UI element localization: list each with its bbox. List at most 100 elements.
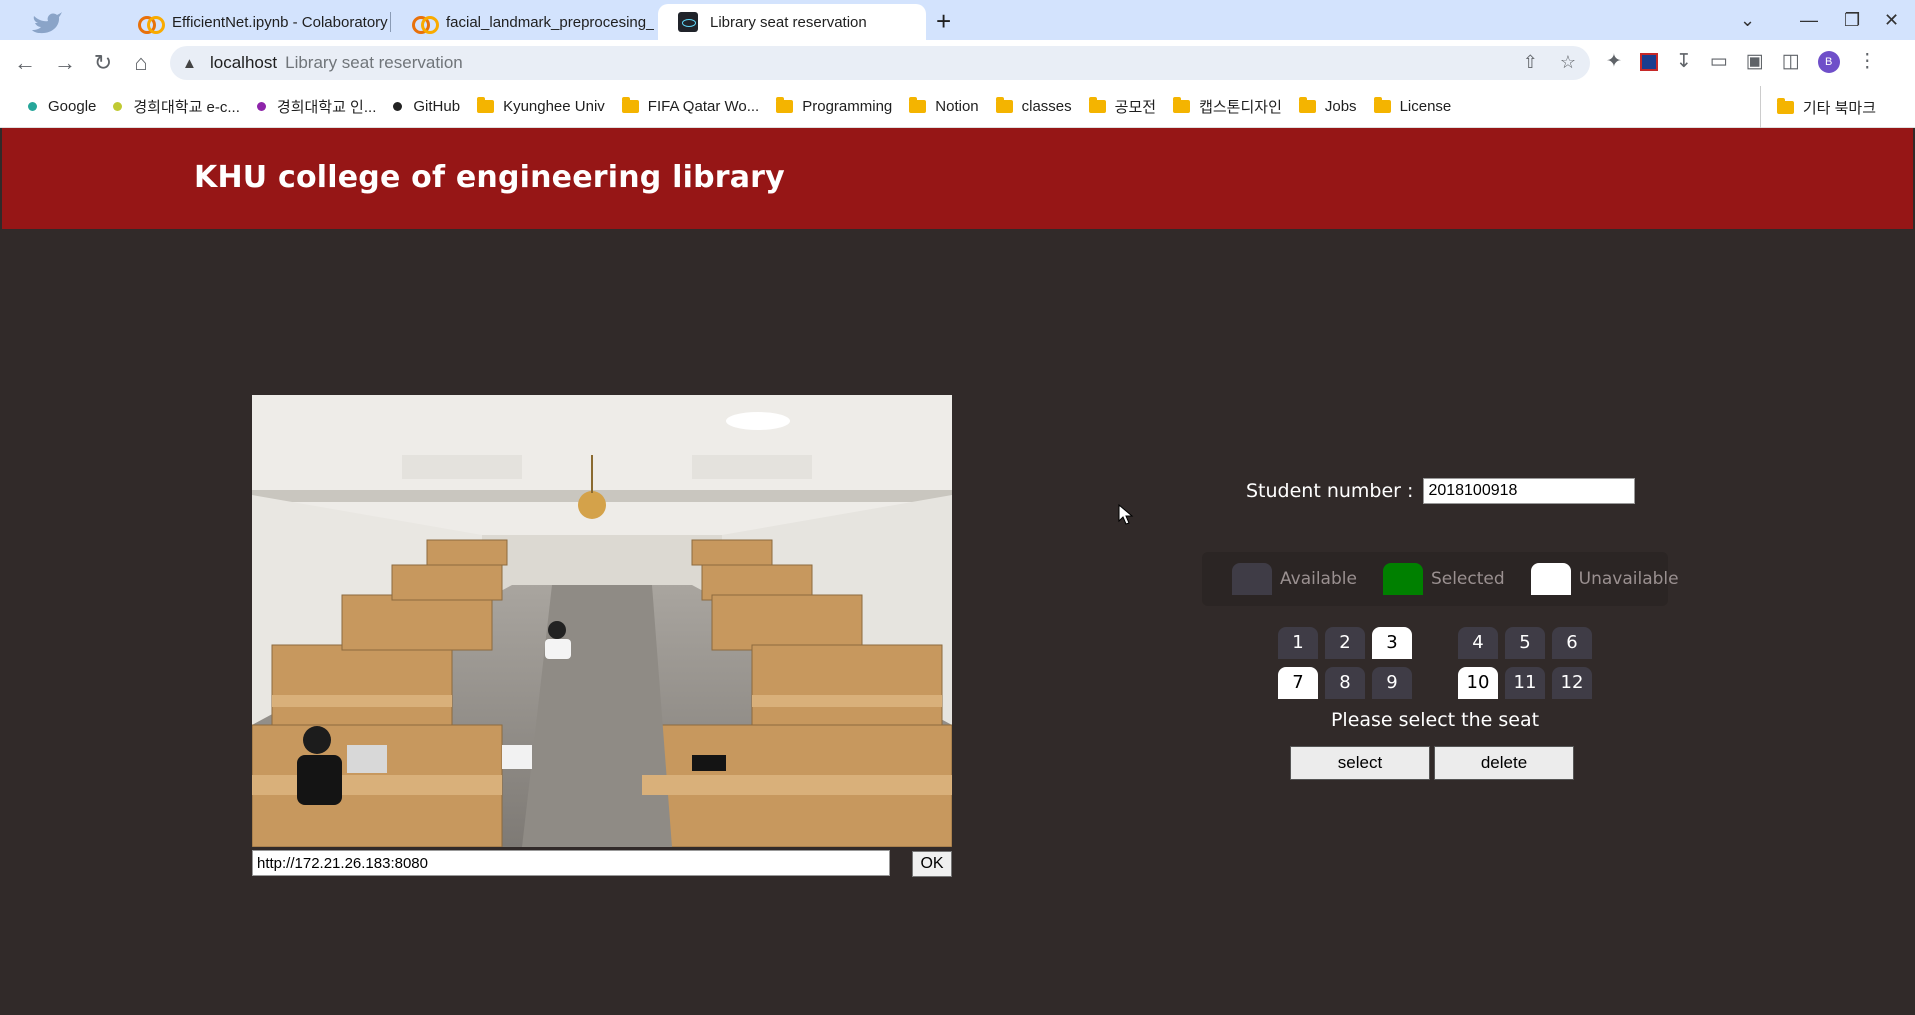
bookmarks-bar: Google 경희대학교 e-c... 경희대학교 인... GitHub Ky…: [0, 86, 1915, 128]
tab-title: EfficientNet.ipynb - Colaboratory: [172, 13, 388, 31]
camera-url-row: OK: [252, 850, 952, 878]
tab-separator: [390, 12, 391, 32]
seat-9[interactable]: 9: [1372, 667, 1412, 699]
not-secure-icon[interactable]: ▲: [182, 55, 206, 72]
bookmark-star-icon[interactable]: ☆: [1560, 52, 1576, 73]
legend-available: Available: [1232, 563, 1357, 595]
bookmark-khu-ecampus[interactable]: 경희대학교 e-c...: [113, 96, 240, 117]
profile-avatar[interactable]: B: [1817, 50, 1840, 73]
share-icon[interactable]: ⇧: [1523, 52, 1538, 73]
site-favicon-icon: [256, 102, 266, 111]
back-icon[interactable]: ←: [10, 48, 40, 78]
address-bar[interactable]: ▲ localhost Library seat reservation ⇧ ☆: [170, 46, 1590, 80]
restore-icon[interactable]: ❐: [1844, 6, 1860, 34]
folder-icon: [776, 97, 794, 113]
bookmark-folder-capstone[interactable]: 캡스톤디자인: [1173, 96, 1282, 117]
page-content: KHU college of engineering library http:…: [2, 128, 1913, 1015]
close-window-icon[interactable]: ✕: [1884, 6, 1899, 34]
legend-selected: Selected: [1382, 563, 1505, 595]
seat-10[interactable]: 10: [1458, 667, 1498, 699]
side-panel-icon[interactable]: ◫: [1782, 50, 1800, 73]
seat-5[interactable]: 5: [1505, 627, 1545, 659]
camera-url-input[interactable]: [252, 850, 890, 876]
available-swatch: [1232, 563, 1272, 595]
bookmark-folder-programming[interactable]: Programming: [776, 97, 892, 115]
seat-3[interactable]: 3: [1372, 627, 1412, 659]
browser-tab-strip: EfficientNet.ipynb - Colaboratory facial…: [0, 0, 1915, 40]
folder-icon: [1776, 97, 1794, 114]
bookmark-label: 공모전: [1114, 99, 1157, 116]
folder-icon: [1173, 97, 1191, 113]
bookmark-label: 캡스톤디자인: [1199, 99, 1282, 116]
tab-title: Library seat reservation: [710, 13, 867, 31]
flag-extension-icon[interactable]: [1639, 52, 1658, 71]
bookmark-label: License: [1399, 98, 1452, 115]
bookmark-label: classes: [1021, 98, 1072, 115]
tab-efficientnet[interactable]: EfficientNet.ipynb - Colaboratory: [118, 4, 388, 40]
bookmark-label: Jobs: [1324, 98, 1357, 115]
tab-facial-landmark[interactable]: facial_landmark_preprocesing_fi: [392, 4, 654, 40]
extensions-icon[interactable]: ✦: [1606, 50, 1622, 73]
bookmark-folder-jobs[interactable]: Jobs: [1298, 97, 1357, 115]
folder-icon: [1373, 97, 1391, 113]
bookmark-folder-notion[interactable]: Notion: [909, 97, 979, 115]
bookmark-label: Kyunghee Univ: [503, 98, 605, 115]
seat-4[interactable]: 4: [1458, 627, 1498, 659]
bookmark-label: FIFA Qatar Wo...: [647, 98, 760, 115]
mouse-cursor-icon: [1118, 504, 1134, 525]
unavailable-swatch: [1530, 563, 1571, 595]
reload-icon[interactable]: ↻: [88, 48, 118, 78]
selected-swatch: [1382, 563, 1423, 595]
download-icon[interactable]: ↧: [1676, 50, 1692, 73]
legend-label: Available: [1280, 569, 1357, 589]
minimize-icon[interactable]: —: [1800, 6, 1818, 34]
bookmark-label: 경희대학교 인...: [276, 99, 377, 116]
seat-1[interactable]: 1: [1278, 627, 1318, 659]
delete-button[interactable]: delete: [1434, 746, 1574, 780]
bookmark-folder-fifa[interactable]: FIFA Qatar Wo...: [621, 97, 760, 115]
new-tab-button[interactable]: +: [936, 6, 951, 36]
ok-button[interactable]: OK: [912, 851, 952, 877]
tab-library-seat-reservation[interactable]: Library seat reservation: [658, 4, 926, 40]
student-number-input[interactable]: [1423, 478, 1636, 504]
folder-icon: [1298, 97, 1316, 113]
seat-6[interactable]: 6: [1552, 627, 1592, 659]
page-title: KHU college of engineering library: [194, 160, 785, 195]
bookmark-folder-contest[interactable]: 공모전: [1088, 96, 1157, 117]
bookmark-khu-info[interactable]: 경희대학교 인...: [256, 96, 377, 117]
bookmark-folder-other[interactable]: 기타 북마크: [1759, 86, 1876, 128]
bookmark-label: 경희대학교 e-c...: [133, 99, 240, 116]
cast-icon[interactable]: ▭: [1710, 50, 1728, 73]
seat-grid: 1 2 3 4 5 6 7 8 9 10 11 12: [1278, 627, 1598, 707]
legend-label: Unavailable: [1578, 569, 1679, 589]
student-number-row: Student number :: [1246, 478, 1636, 504]
seat-11[interactable]: 11: [1505, 667, 1545, 699]
seat-12[interactable]: 12: [1552, 667, 1592, 699]
react-icon: [678, 12, 698, 32]
seat-legend: Available Selected Unavailable: [1202, 552, 1679, 606]
bookmark-label: Notion: [935, 98, 979, 115]
seat-7[interactable]: 7: [1278, 667, 1318, 699]
tab-search-icon[interactable]: ⌄: [1740, 6, 1755, 34]
screenshot-icon[interactable]: ▣: [1746, 50, 1764, 73]
bookmark-label: Google: [48, 98, 97, 115]
folder-icon: [477, 97, 495, 113]
select-button[interactable]: select: [1290, 746, 1430, 780]
address-page-title: Library seat reservation: [285, 53, 463, 72]
folder-icon: [1088, 97, 1106, 113]
forward-icon[interactable]: →: [50, 48, 80, 78]
bookmark-github[interactable]: GitHub: [393, 98, 460, 115]
menu-kebab-icon[interactable]: ⋮: [1858, 50, 1877, 73]
bookmark-folder-license[interactable]: License: [1373, 97, 1452, 115]
bookmark-folder-classes[interactable]: classes: [995, 97, 1072, 115]
google-favicon-icon: [28, 102, 37, 111]
tab-title: facial_landmark_preprocesing_fi: [446, 13, 654, 31]
bookmark-folder-kyunghee[interactable]: Kyunghee Univ: [477, 97, 605, 115]
seat-8[interactable]: 8: [1325, 667, 1365, 699]
twitter-bird-icon: [32, 12, 62, 34]
home-icon[interactable]: ⌂: [126, 48, 156, 78]
colab-icon: [138, 15, 165, 34]
bookmark-google[interactable]: Google: [28, 98, 96, 115]
camera-feed-image: [252, 395, 952, 847]
seat-2[interactable]: 2: [1325, 627, 1365, 659]
